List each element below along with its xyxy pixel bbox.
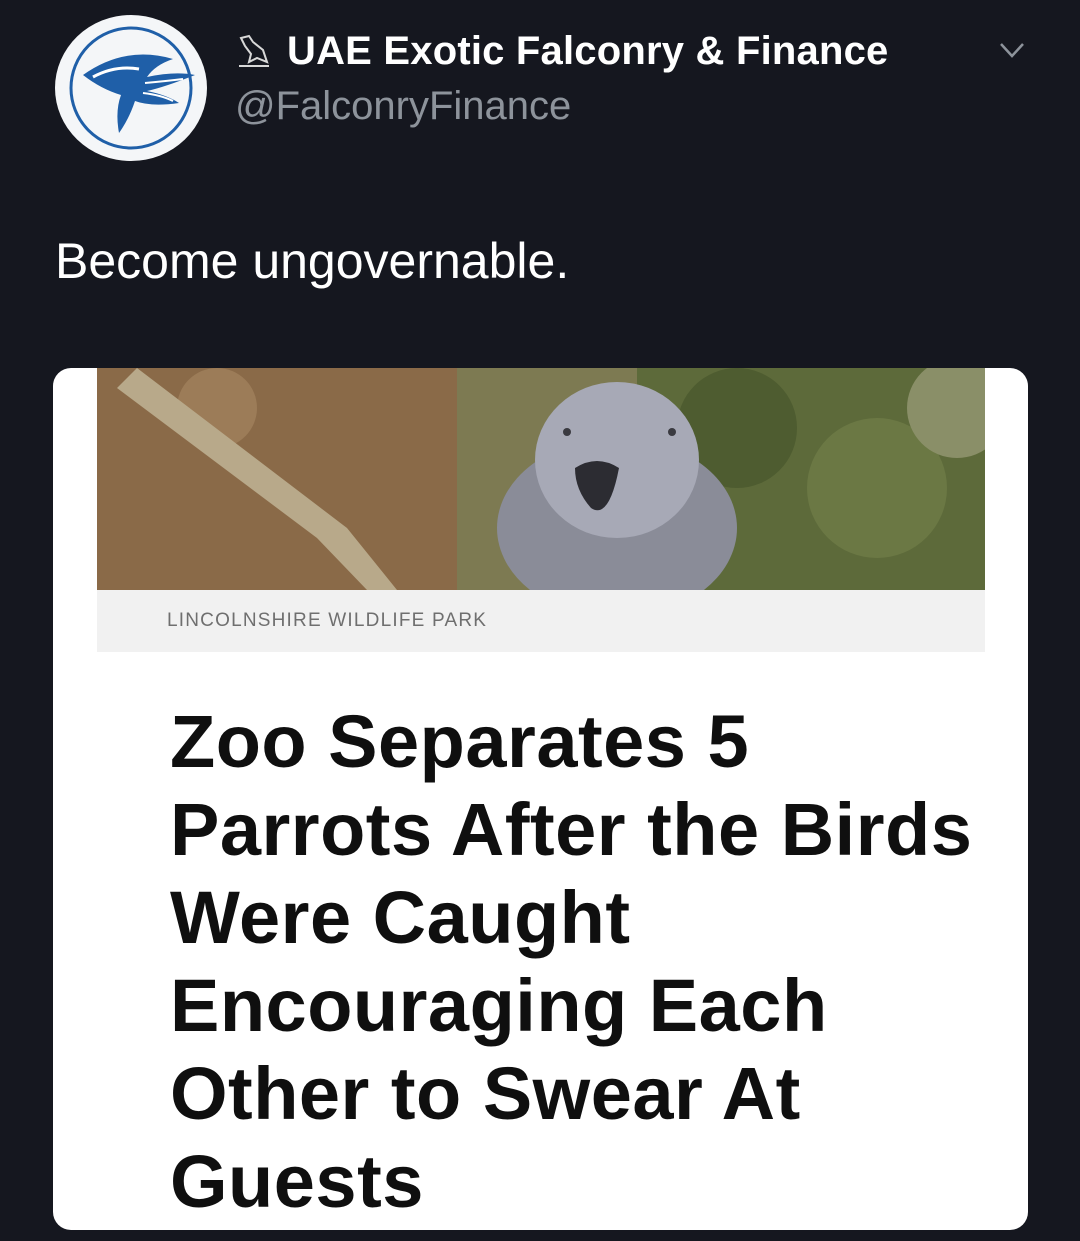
parrot-image-icon: [97, 368, 985, 590]
author-name-row[interactable]: UAE Exotic Falconry & Finance: [235, 26, 889, 76]
chevron-down-icon[interactable]: [997, 38, 1027, 62]
display-name[interactable]: UAE Exotic Falconry & Finance: [287, 29, 889, 74]
image-credit: LINCOLNSHIRE WILDLIFE PARK: [167, 610, 488, 631]
falcon-logo-icon: [69, 26, 195, 150]
tweet-text: Become ungovernable.: [55, 233, 570, 289]
image-credit-bar: LINCOLNSHIRE WILDLIFE PARK: [97, 590, 985, 652]
parrot-photo: [97, 368, 985, 590]
avatar[interactable]: [55, 15, 207, 161]
falcon-icon: [239, 34, 269, 67]
article-headline[interactable]: Zoo Separates 5 Parrots After the Birds …: [170, 698, 990, 1226]
link-card[interactable]: LINCOLNSHIRE WILDLIFE PARK Zoo Separates…: [53, 368, 1028, 1230]
author-handle[interactable]: @FalconryFinance: [235, 84, 571, 129]
